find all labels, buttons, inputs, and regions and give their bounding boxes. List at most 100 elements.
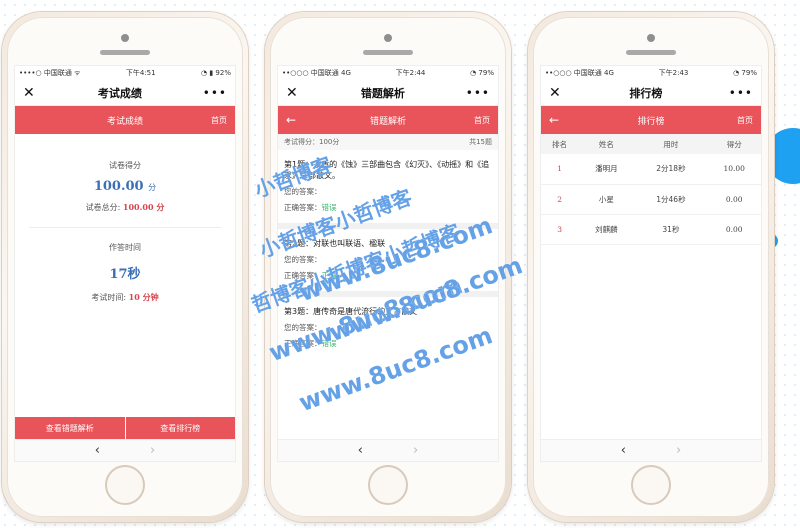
column-header: 得分 [707, 134, 761, 154]
total-label: 试卷总分: [85, 203, 121, 212]
column-header: 姓名 [578, 134, 635, 154]
forward-chevron-icon[interactable]: › [413, 443, 418, 458]
time-cell: 1分46秒 [634, 184, 708, 215]
time-cell: 31秒 [634, 214, 708, 245]
column-header: 用时 [634, 134, 708, 154]
action-bar: 查看错题解析 查看排行榜 [15, 417, 235, 439]
carrier-label: ••○○○ 中国联通 4G [545, 69, 614, 77]
speaker [363, 50, 413, 55]
name-cell: 刘麒麟 [578, 214, 635, 245]
time-value: 17秒 [109, 267, 141, 282]
close-icon[interactable]: ✕ [23, 85, 37, 101]
battery-label: ◔ 79% [733, 69, 757, 77]
carrier-label: ••••○ 中国联通 ᯤ [19, 69, 81, 77]
page-title: 错题解析 [360, 86, 405, 100]
rank-cell: 3 [541, 214, 579, 245]
screen-ranking: ••○○○ 中国联通 4G 下午2:43 ◔ 79% ✕ 排行榜 ••• ← 排… [540, 65, 762, 462]
your-answer-label: 您的答案： [284, 255, 322, 264]
exam-summary: 考试得分：100分 共15题 [278, 134, 498, 150]
table-row: 2 小星 1分46秒 0.00 [541, 184, 761, 215]
home-button[interactable] [368, 465, 408, 505]
clock: 下午4:51 [125, 69, 156, 77]
exam-time-label: 考试时间: [91, 293, 127, 302]
rank-cell: 2 [541, 184, 579, 215]
column-header: 排名 [541, 134, 579, 154]
exam-score-text: 考试得分：100分 [284, 138, 340, 146]
clock: 下午2:43 [658, 69, 689, 77]
speaker [100, 50, 150, 55]
more-icon[interactable]: ••• [203, 86, 227, 100]
browser-nav: ‹ › [15, 439, 235, 461]
close-icon[interactable]: ✕ [286, 85, 300, 101]
table-header-row: 排名 姓名 用时 得分 [541, 134, 761, 154]
speaker [626, 50, 676, 55]
home-link[interactable]: 首页 [203, 115, 227, 126]
status-bar: ••○○○ 中国联通 4G 下午2:43 ◔ 79% [541, 66, 761, 80]
back-chevron-icon[interactable]: ‹ [95, 443, 100, 458]
back-chevron-icon[interactable]: ‹ [621, 443, 626, 458]
back-arrow-icon[interactable]: ← [549, 113, 573, 127]
name-cell: 潘明月 [578, 154, 635, 185]
home-button[interactable] [105, 465, 145, 505]
home-link[interactable]: 首页 [466, 115, 490, 126]
camera [121, 34, 129, 42]
score-value: 100.00 [93, 179, 144, 194]
phone-mockup-score: ••••○ 中国联通 ᯤ 下午4:51 ◔ ▮ 92% ✕ 考试成绩 ••• 考… [2, 12, 248, 522]
header-title: 考试成绩 [106, 116, 143, 127]
time-label: 作答时间 [109, 243, 141, 252]
table-row: 3 刘麒麟 31秒 0.00 [541, 214, 761, 245]
total-score-line: 试卷总分: 100.00 分 [15, 202, 235, 213]
clock: 下午2:44 [395, 69, 426, 77]
forward-chevron-icon[interactable]: › [676, 443, 681, 458]
more-icon[interactable]: ••• [466, 86, 490, 100]
camera [384, 34, 392, 42]
browser-nav: ‹ › [278, 439, 498, 461]
score-section: 试卷得分 100.00 分 试卷总分: 100.00 分 [15, 160, 235, 213]
header-bar: 考试成绩 首页 [15, 106, 235, 134]
back-chevron-icon[interactable]: ‹ [358, 443, 363, 458]
total-value: 100.00 分 [122, 202, 165, 212]
table-row: 1 潘明月 2分18秒 10.00 [541, 154, 761, 185]
back-arrow-icon[interactable]: ← [286, 113, 310, 127]
time-section: 作答时间 17秒 考试时间: 10 分钟 [15, 242, 235, 303]
page-title: 考试成绩 [97, 86, 142, 100]
correct-answer-label: 正确答案： [284, 203, 322, 212]
score-cell: 0.00 [707, 214, 761, 245]
title-bar: ✕ 错题解析 ••• [278, 80, 498, 106]
title-bar: ✕ 排行榜 ••• [541, 80, 761, 106]
ranking-table: 排名 姓名 用时 得分 1 潘明月 2分18秒 10.00 2 小星 1分46秒 [541, 134, 761, 245]
question-count: 共15题 [469, 138, 492, 146]
score-cell: 10.00 [707, 154, 761, 185]
page-title: 排行榜 [629, 86, 663, 100]
carrier-label: ••○○○ 中国联通 4G [282, 69, 351, 77]
exam-time-value: 10 分钟 [128, 292, 159, 302]
header-title: 排行榜 [637, 116, 665, 127]
name-cell: 小星 [578, 184, 635, 215]
home-button[interactable] [631, 465, 671, 505]
score-unit: 分 [148, 183, 157, 192]
home-link[interactable]: 首页 [729, 115, 753, 126]
screen-exam-result: ••••○ 中国联通 ᯤ 下午4:51 ◔ ▮ 92% ✕ 考试成绩 ••• 考… [14, 65, 236, 462]
status-bar: ••○○○ 中国联通 4G 下午2:44 ◔ 79% [278, 66, 498, 80]
view-wrong-answers-button[interactable]: 查看错题解析 [15, 417, 125, 439]
more-icon[interactable]: ••• [729, 86, 753, 100]
exam-time-line: 考试时间: 10 分钟 [15, 292, 235, 303]
time-cell: 2分18秒 [634, 154, 708, 185]
header-bar: ← 错题解析 首页 [278, 106, 498, 134]
title-bar: ✕ 考试成绩 ••• [15, 80, 235, 106]
score-cell: 0.00 [707, 184, 761, 215]
rank-cell: 1 [541, 154, 579, 185]
view-ranking-button[interactable]: 查看排行榜 [124, 417, 235, 439]
forward-chevron-icon[interactable]: › [150, 443, 155, 458]
browser-nav: ‹ › [541, 439, 761, 461]
battery-label: ◔ 79% [470, 69, 494, 77]
battery-label: ◔ ▮ 92% [201, 69, 231, 77]
status-bar: ••••○ 中国联通 ᯤ 下午4:51 ◔ ▮ 92% [15, 66, 235, 80]
divider [29, 227, 221, 228]
camera [647, 34, 655, 42]
header-bar: ← 排行榜 首页 [541, 106, 761, 134]
header-title: 错题解析 [369, 116, 406, 127]
score-label: 试卷得分 [109, 161, 141, 170]
phone-mockup-ranking: ••○○○ 中国联通 4G 下午2:43 ◔ 79% ✕ 排行榜 ••• ← 排… [528, 12, 774, 522]
close-icon[interactable]: ✕ [549, 85, 563, 101]
